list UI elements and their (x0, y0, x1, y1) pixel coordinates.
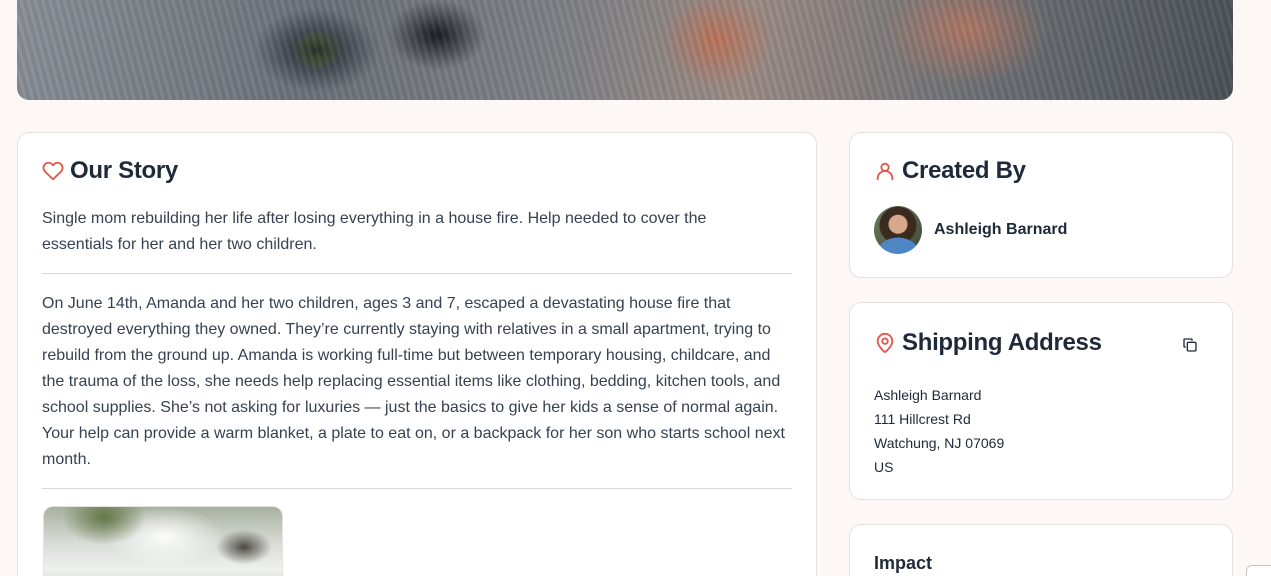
address-name: Ashleigh Barnard (874, 387, 982, 403)
divider (42, 488, 792, 489)
avatar[interactable] (874, 206, 922, 254)
floating-widget[interactable] (1246, 565, 1271, 576)
creator-heading: Created By (874, 157, 1026, 185)
copy-icon (1182, 337, 1198, 353)
address-street: 111 Hillcrest Rd (874, 411, 971, 427)
address-country: US (874, 459, 894, 475)
story-body: On June 14th, Amanda and her two childre… (42, 295, 785, 468)
hero-image (17, 0, 1233, 100)
impact-title: Impact (874, 553, 933, 573)
creator-name[interactable]: Ashleigh Barnard (934, 221, 1067, 239)
story-photo[interactable] (43, 506, 283, 576)
address-city: Watchung, NJ 07069 (874, 435, 1005, 451)
story-title: Our Story (70, 157, 178, 184)
divider (42, 273, 792, 274)
heart-icon (42, 160, 64, 182)
story-card: Our Story Single mom rebuilding her life… (17, 132, 817, 576)
shipping-card: Shipping Address Ashleigh Barnard 111 Hi… (849, 302, 1233, 500)
shipping-address: Ashleigh Barnard 111 Hillcrest Rd Watchu… (874, 383, 1004, 479)
copy-address-button[interactable] (1178, 333, 1202, 357)
creator-card: Created By Ashleigh Barnard (849, 132, 1233, 278)
creator-title: Created By (902, 157, 1026, 184)
page: Our Story Single mom rebuilding her life… (0, 0, 1271, 576)
user-icon (874, 160, 896, 182)
story-summary: Single mom rebuilding her life after los… (42, 210, 707, 253)
shipping-heading: Shipping Address (874, 329, 1102, 357)
shipping-title: Shipping Address (902, 329, 1102, 356)
hero-texture (17, 0, 1233, 100)
map-pin-icon (874, 332, 896, 354)
impact-card: Impact (849, 524, 1233, 576)
story-heading: Our Story (42, 157, 178, 185)
